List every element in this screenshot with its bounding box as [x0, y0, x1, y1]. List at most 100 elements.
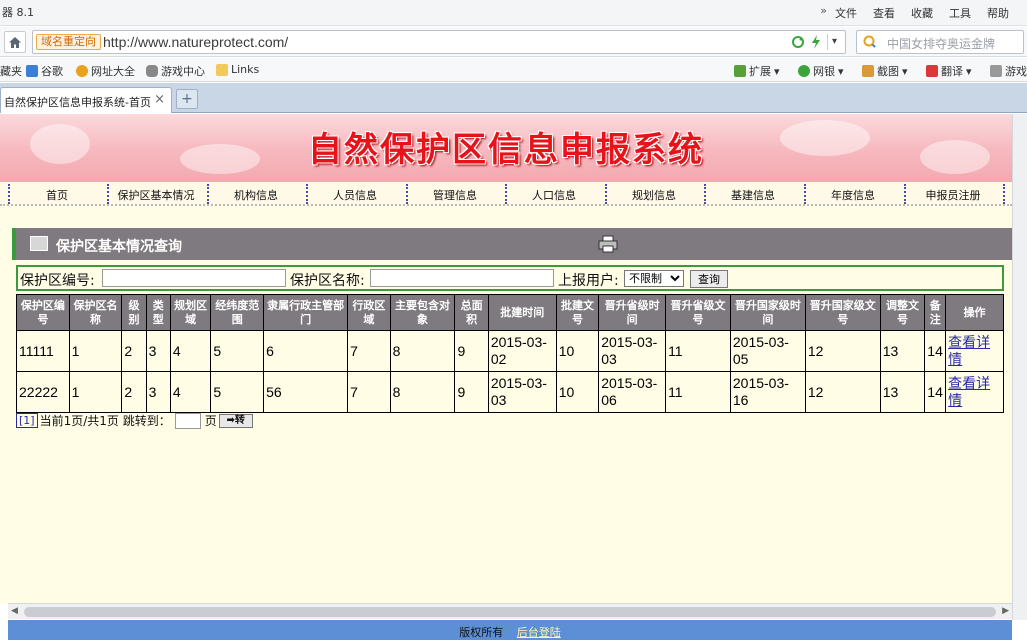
scroll-left-icon[interactable]: ◀	[11, 606, 18, 616]
main-nav: 首页 保护区基本情况 机构信息 人员信息 管理信息 人口信息 规划信息 基建信息…	[0, 182, 1012, 206]
nav-annual[interactable]: 年度信息	[804, 187, 902, 203]
view-details-link[interactable]: 查看详情	[948, 375, 990, 408]
cell-plan-area: 4	[169, 371, 212, 413]
bookmark-screenshot[interactable]: 截图 ▾	[862, 63, 908, 79]
browser-titlebar: 器 8.1 » 文件 查看 收藏 工具 帮助	[0, 0, 1027, 26]
address-bar: 域名重定向 http://www.natureprotect.com/ ▾ 中国…	[0, 27, 1027, 57]
redirect-badge[interactable]: 域名重定向	[36, 34, 101, 50]
extension-icon	[734, 65, 746, 77]
bookmark-google[interactable]: 谷歌	[26, 63, 63, 79]
col-province-time: 晋升省级时间	[598, 294, 667, 331]
scroll-right-icon[interactable]: ▶	[1002, 606, 1009, 616]
menu-help[interactable]: 帮助	[987, 5, 1009, 21]
url-text[interactable]: http://www.natureprotect.com/	[103, 34, 288, 50]
vertical-scrollbar[interactable]	[1012, 114, 1027, 620]
table-row: 22222 1 2 3 4 5 56 7 8 9 2015-03-03 10 2…	[16, 371, 1004, 413]
page-info: 当前1页/共1页 跳转到：	[39, 414, 171, 428]
cell-level: 2	[121, 330, 147, 372]
admin-login-link[interactable]: 后台登陆	[517, 626, 561, 639]
cell-region: 7	[347, 330, 391, 372]
page-1-link[interactable]: [1]	[16, 413, 38, 428]
menu-favorites[interactable]: 收藏	[911, 5, 933, 21]
menu-file[interactable]: 文件	[835, 5, 857, 21]
menu-overflow-icon[interactable]: »	[820, 4, 827, 17]
col-approval-time: 批建时间	[487, 294, 557, 331]
nav-home[interactable]: 首页	[8, 187, 106, 203]
col-plan-area: 规划区域	[169, 294, 212, 331]
cell-main-objects: 8	[389, 330, 456, 372]
col-actions: 操作	[945, 294, 1004, 331]
cell-reserve-id: 11111	[16, 330, 70, 372]
query-button[interactable]: 查询	[690, 270, 728, 288]
pagination: [1] 当前1页/共1页 跳转到： 页 ➡转	[16, 412, 253, 429]
bookmark-bar: 藏夹 谷歌 网址大全 游戏中心 Links 扩展 ▾ 网银 ▾ 截图 ▾ 翻译 …	[0, 58, 1027, 82]
bookmark-directory[interactable]: 网址大全	[76, 63, 135, 79]
bookmark-links[interactable]: Links	[216, 63, 259, 76]
horizontal-scrollbar[interactable]: ◀ ▶	[8, 603, 1012, 619]
nav-register[interactable]: 申报员注册	[904, 187, 1002, 203]
url-field[interactable]: 域名重定向 http://www.natureprotect.com/ ▾	[32, 30, 846, 54]
nav-organization[interactable]: 机构信息	[207, 187, 305, 203]
report-user-select[interactable]: 不限制	[624, 270, 684, 287]
page-unit: 页	[204, 414, 217, 428]
nav-reserve-basic[interactable]: 保护区基本情况	[107, 187, 205, 203]
menu-view[interactable]: 查看	[873, 5, 895, 21]
bookmark-game[interactable]: 游戏	[990, 63, 1027, 79]
reserve-name-input[interactable]	[370, 269, 554, 287]
col-reserve-id: 保护区编号	[16, 294, 70, 331]
view-details-link[interactable]: 查看详情	[948, 334, 990, 367]
col-remarks: 备注	[924, 294, 947, 331]
screenshot-icon	[862, 65, 874, 77]
cell-region: 7	[347, 371, 391, 413]
new-tab-button[interactable]: +	[176, 89, 198, 109]
nav-construction[interactable]: 基建信息	[704, 187, 802, 203]
cell-approval-doc: 10	[555, 330, 600, 372]
cell-remarks: 14	[924, 371, 947, 413]
bookmark-translate[interactable]: 翻译 ▾	[926, 63, 972, 79]
app-title: 器 8.1	[2, 6, 34, 19]
scroll-thumb[interactable]	[24, 607, 996, 617]
cell-coordinates: 5	[210, 330, 265, 372]
bookmark-extensions[interactable]: 扩展 ▾	[734, 63, 780, 79]
site-banner: 自然保护区信息申报系统	[0, 114, 1012, 182]
speed-icon[interactable]	[811, 35, 821, 49]
print-icon[interactable]	[598, 235, 618, 253]
cell-reserve-name: 1	[68, 371, 123, 413]
nav-planning[interactable]: 规划信息	[605, 187, 703, 203]
bookmark-favorites[interactable]: 藏夹	[0, 63, 22, 79]
cell-type: 3	[145, 330, 171, 372]
browser-search-box[interactable]: 中国女排夺奥运金牌	[856, 30, 1024, 54]
jump-page-input[interactable]	[174, 412, 201, 429]
copyright-text: 版权所有	[459, 626, 504, 639]
chevron-down-icon[interactable]: ▾	[827, 34, 841, 50]
cell-total-area: 9	[454, 371, 489, 413]
search-form: 保护区编号: 保护区名称: 上报用户: 不限制 查询	[16, 265, 1004, 291]
reserve-id-input[interactable]	[102, 269, 286, 287]
go-button[interactable]: ➡转	[218, 413, 253, 428]
cell-adjust-doc: 13	[879, 371, 926, 413]
cell-approval-doc: 10	[555, 371, 600, 413]
reserve-name-label: 保护区名称:	[290, 273, 365, 289]
close-tab-icon[interactable]: ×	[154, 92, 165, 107]
nav-personnel[interactable]: 人员信息	[306, 187, 404, 203]
directory-icon	[76, 65, 88, 77]
bookmark-games[interactable]: 游戏中心	[146, 63, 205, 79]
table-row: 11111 1 2 3 4 5 6 7 8 9 2015-03-02 10 20…	[16, 330, 1004, 372]
search-placeholder: 中国女排夺奥运金牌	[887, 37, 996, 51]
nav-management[interactable]: 管理信息	[406, 187, 504, 203]
tab-active[interactable]: 自然保护区信息申报系统-首页 ×	[0, 87, 172, 113]
home-button[interactable]	[4, 31, 26, 53]
refresh-icon[interactable]	[791, 35, 805, 49]
bookmark-banking[interactable]: 网银 ▾	[798, 63, 844, 79]
cell-province-doc: 11	[665, 330, 731, 372]
table-header-row: 保护区编号 保护区名称 级别 类型 规划区域 经纬度范围 隶属行政主管部门 行政…	[16, 294, 1004, 331]
nav-population[interactable]: 人口信息	[505, 187, 603, 203]
search-engine-icon	[863, 35, 876, 48]
cell-reserve-id: 22222	[16, 371, 70, 413]
col-level: 级别	[121, 294, 147, 331]
site-title: 自然保护区信息申报系统	[308, 130, 704, 170]
banking-icon	[798, 65, 810, 77]
menu-tools[interactable]: 工具	[949, 5, 971, 21]
col-region: 行政区域	[347, 294, 391, 331]
col-type: 类型	[145, 294, 171, 331]
